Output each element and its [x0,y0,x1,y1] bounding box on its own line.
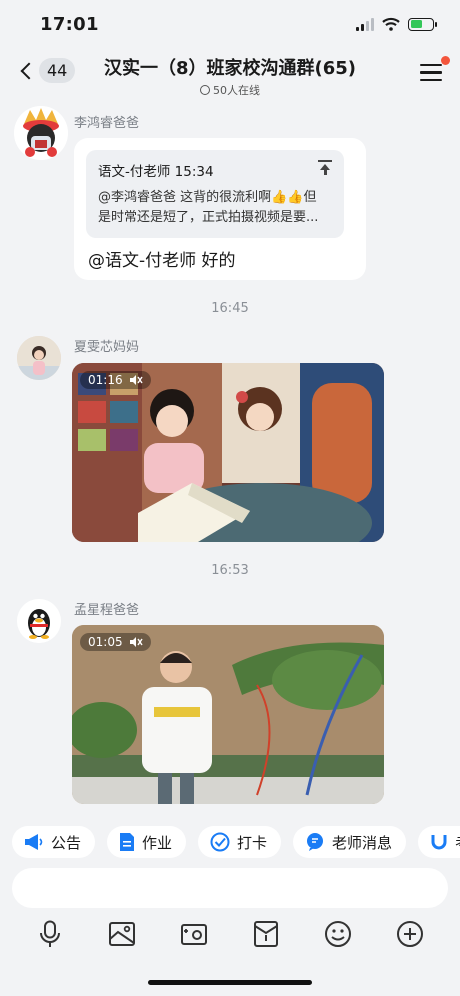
muted-speaker-icon [129,637,143,647]
quick-action-label: 打卡 [237,833,268,852]
quoted-message[interactable]: 语文-付老师 15:34 @李鸿睿爸爸 这背的很流利啊👍👍但 是时常还是短了，正… [86,150,344,238]
quick-action-label: 老师消息 [332,833,393,852]
quick-action-teacher-messages[interactable]: 老师消息 [293,826,407,858]
chat-title: 汉实一（8）班家校沟通群(65) [103,58,357,79]
video-duration: 01:05 [88,635,123,649]
quote-text-line: @李鸿睿爸爸 这背的很流利啊👍👍但 [98,190,317,205]
message-input[interactable] [12,868,448,908]
avatar[interactable] [17,336,61,380]
avatar[interactable] [14,106,68,160]
quick-action-bar[interactable]: 公告 作业 打卡 老师消息 考 [0,816,460,868]
video-thumbnail [72,625,384,804]
timestamp: 16:53 [211,563,249,578]
battery-icon [408,17,437,31]
more-button[interactable] [392,916,428,952]
sender-name: 夏雯芯妈妈 [74,340,140,355]
quick-action-label: 作业 [142,833,173,852]
avatar[interactable] [17,599,61,643]
video-thumbnail [72,363,384,542]
cellular-signal-icon [356,17,374,31]
pin-to-top-icon[interactable] [318,160,332,175]
document-icon [120,833,135,851]
microphone-icon [40,920,60,947]
image-button[interactable] [104,916,140,952]
message-list[interactable]: 李鸿睿爸爸 语文-付老师 15:34 @李鸿睿爸爸 这背的很流利啊👍👍但 是时常… [0,100,460,816]
camera-button[interactable] [176,916,212,952]
check-circle-icon [210,832,230,852]
timestamp: 16:45 [211,301,249,316]
video-duration-badge: 01:05 [80,633,151,651]
video-message[interactable]: 01:05 [72,625,384,804]
quick-action-announcement[interactable]: 公告 [12,826,96,858]
sender-name: 孟星程爸爸 [74,603,140,618]
quote-text-line: 是时常还是短了，正式拍摄视频是要... [98,210,319,225]
avatar-figure-icon [14,106,68,160]
video-message[interactable]: 01:16 [72,363,384,542]
video-duration: 01:16 [88,373,123,387]
status-bar: 17:01 [0,0,460,48]
magnet-icon [431,835,447,850]
message-text: @语文-付老师 好的 [88,251,236,271]
muted-speaker-icon [129,375,143,385]
quick-action-checkin[interactable]: 打卡 [198,826,282,858]
emoji-icon [325,921,351,947]
quick-action-label: 公告 [51,833,82,852]
quick-action-homework[interactable]: 作业 [107,826,187,858]
online-status: 50人在线 [90,82,370,98]
home-indicator[interactable] [148,980,312,985]
back-button[interactable]: 44 [18,58,76,83]
chevron-left-icon [20,62,38,79]
notification-dot [441,56,450,65]
wifi-icon [382,17,400,31]
image-icon [109,922,135,946]
red-packet-button[interactable] [248,916,284,952]
chat-header: 44 汉实一（8）班家校沟通群(65) 50人在线 [0,48,460,100]
status-icons [356,17,437,31]
quick-action-label: 考 [455,832,460,853]
red-packet-icon [254,921,278,947]
penguin-avatar-icon [17,599,61,643]
voice-button[interactable] [32,916,68,952]
chat-bubble-icon [307,833,324,851]
chat-title-area[interactable]: 汉实一（8）班家校沟通群(65) 50人在线 [90,54,370,98]
quick-action-exam[interactable]: 考 [418,826,460,858]
emoji-button[interactable] [320,916,356,952]
camera-icon [181,924,207,945]
menu-button[interactable] [420,56,450,86]
unread-count-badge: 44 [39,58,76,83]
clock: 17:01 [40,13,99,35]
avatar-photo-icon [17,336,61,380]
quote-author-time: 语文-付老师 15:34 [98,164,214,180]
plus-icon [397,921,423,947]
message-bubble[interactable]: 语文-付老师 15:34 @李鸿睿爸爸 这背的很流利啊👍👍但 是时常还是短了，正… [74,138,366,280]
input-toolbar [0,912,460,956]
video-duration-badge: 01:16 [80,371,151,389]
sender-name: 李鸿睿爸爸 [74,116,140,131]
online-icon [200,85,210,95]
megaphone-icon [25,834,43,850]
online-count: 50人在线 [213,84,260,97]
